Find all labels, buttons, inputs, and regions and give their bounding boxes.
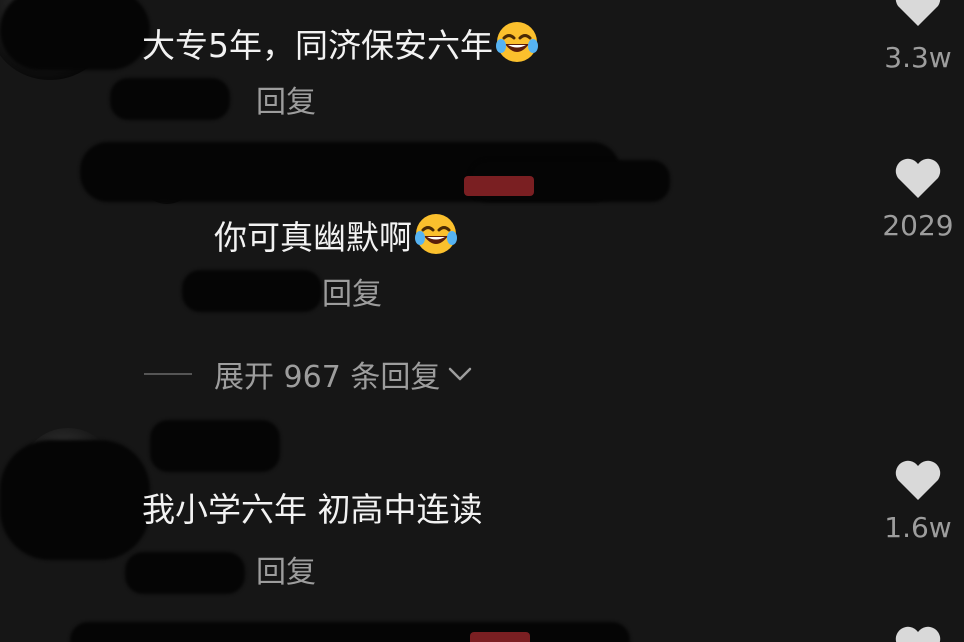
rofl-emoji	[496, 22, 538, 62]
redacted-username	[150, 420, 280, 472]
comment-list: 大专5年，同济保安六年 回复 3.3w 你可真幽默啊 回复 2029 展开 96…	[0, 0, 964, 642]
comment-text: 我小学六年 初高中连读	[142, 490, 483, 529]
expand-replies-button[interactable]: 展开 967 条回复	[144, 352, 474, 396]
like-count: 1.6w	[884, 511, 952, 544]
reply-button[interactable]: 回复	[256, 556, 316, 590]
comment-text: 你可真幽默啊	[214, 212, 458, 258]
redacted-timestamp	[125, 552, 245, 594]
redacted-timestamp	[182, 270, 322, 312]
divider	[144, 373, 192, 375]
redacted-avatar-mark	[0, 440, 150, 560]
redacted-timestamp	[110, 78, 230, 120]
like-count: 2029	[882, 209, 954, 242]
like-count: 3.3w	[884, 41, 952, 74]
reply-button[interactable]: 回复	[322, 278, 382, 312]
heart-icon[interactable]	[893, 624, 943, 642]
heart-icon[interactable]	[893, 156, 943, 200]
heart-icon[interactable]	[893, 0, 943, 28]
author-badge	[470, 632, 530, 642]
expand-replies-label: 展开 967 条回复	[214, 360, 441, 395]
redacted-username	[0, 0, 150, 70]
comment-text: 大专5年，同济保安六年	[142, 20, 539, 66]
heart-icon[interactable]	[893, 458, 943, 502]
author-badge	[464, 176, 534, 196]
chevron-down-icon	[449, 367, 472, 381]
reply-button[interactable]: 回复	[256, 86, 316, 120]
rofl-emoji	[415, 214, 457, 254]
redacted-username	[70, 622, 630, 642]
